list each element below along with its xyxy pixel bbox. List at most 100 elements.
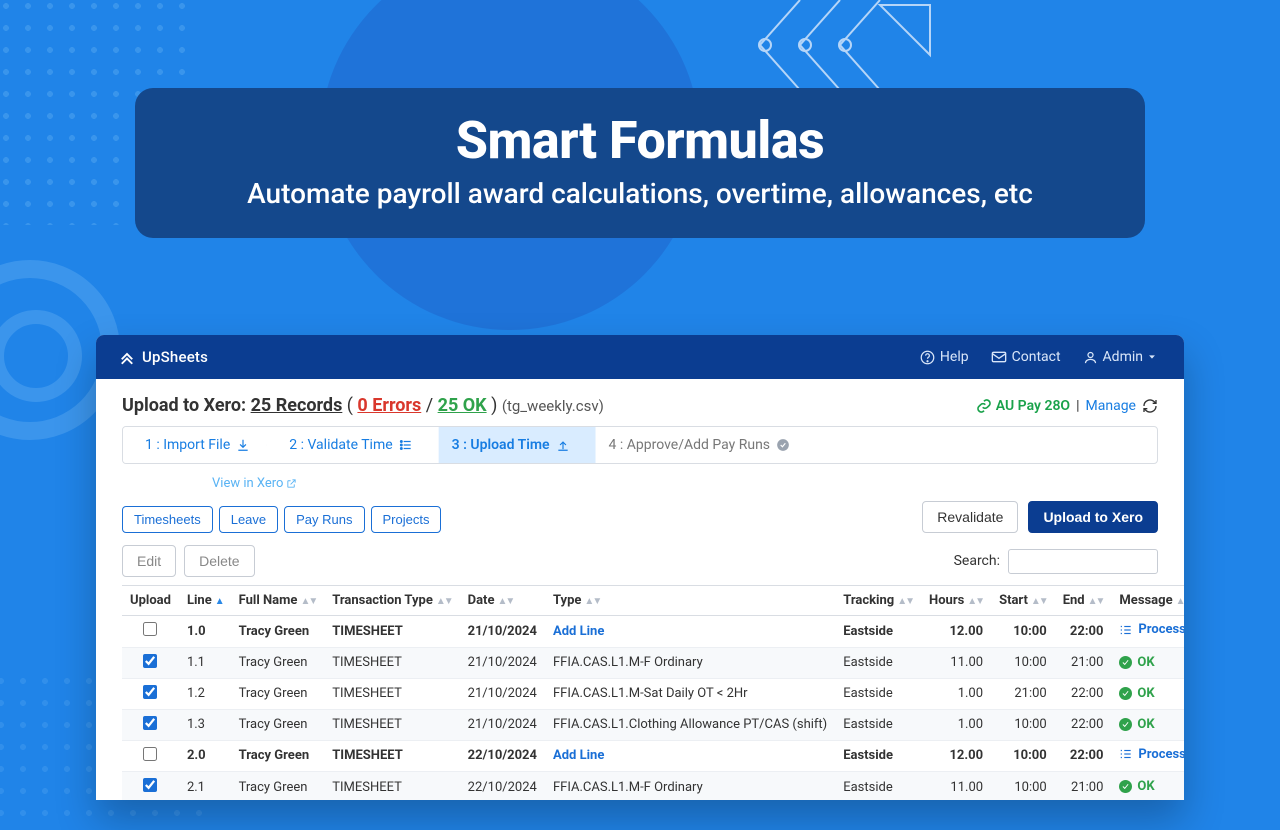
search-input[interactable]	[1008, 549, 1158, 574]
stepper: 1 : Import File 2 : Validate Time 3 : Up…	[122, 426, 1158, 464]
cell-end: 22:00	[1055, 616, 1112, 648]
msg-ok: OK	[1119, 779, 1154, 794]
sort-icon: ▲▼	[1176, 596, 1184, 607]
cell-tracking: Eastside	[835, 678, 921, 709]
refresh-icon[interactable]	[1142, 398, 1158, 414]
summary-ok[interactable]: 25 OK	[438, 395, 487, 416]
row-checkbox[interactable]	[143, 622, 157, 636]
cell-tx: TIMESHEET	[324, 772, 459, 801]
tab-payruns[interactable]: Pay Runs	[284, 506, 364, 533]
cell-tracking: Eastside	[835, 740, 921, 772]
cell-type: FFIA.CAS.L1.M-Sat Daily OT < 2Hr	[545, 678, 835, 709]
cell-tx: TIMESHEET	[324, 709, 459, 740]
cell-message: Processed by Smart Formula	[1111, 740, 1184, 772]
col-type[interactable]: Type▲▼	[545, 586, 835, 616]
row-checkbox[interactable]	[143, 654, 157, 668]
help-icon	[920, 350, 935, 365]
col-fullname[interactable]: Full Name▲▼	[231, 586, 325, 616]
cell-date: 22/10/2024	[460, 740, 545, 772]
edit-button[interactable]: Edit	[122, 545, 176, 577]
view-in-xero-link[interactable]: View in Xero	[212, 476, 297, 491]
manage-link[interactable]: Manage	[1086, 398, 1136, 414]
add-line-link[interactable]: Add Line	[553, 748, 604, 763]
sort-icon: ▲▼	[300, 596, 316, 607]
hero-subtitle: Automate payroll award calculations, ove…	[195, 177, 1085, 210]
add-line-link[interactable]: Add Line	[553, 624, 604, 639]
cell-start: 10:00	[991, 709, 1055, 740]
revalidate-button[interactable]: Revalidate	[922, 501, 1018, 533]
cell-line: 1.3	[179, 709, 231, 740]
cell-start: 10:00	[991, 647, 1055, 678]
cell-start: 21:00	[991, 678, 1055, 709]
cell-type: FFIA.CAS.L1.Clothing Allowance PT/CAS (s…	[545, 709, 835, 740]
sort-icon: ▲▼	[1031, 596, 1047, 607]
cell-name: Tracy Green	[231, 616, 325, 648]
cell-date: 21/10/2024	[460, 616, 545, 648]
msg-processed[interactable]: Processed by Smart Formula	[1119, 747, 1184, 762]
tab-projects[interactable]: Projects	[371, 506, 442, 533]
cell-end: 22:00	[1055, 740, 1112, 772]
upload-to-xero-button[interactable]: Upload to Xero	[1028, 501, 1158, 533]
cell-end: 22:00	[1055, 678, 1112, 709]
table-row[interactable]: 1.0 Tracy Green TIMESHEET 21/10/2024 Add…	[122, 616, 1184, 648]
cell-end: 21:00	[1055, 647, 1112, 678]
sort-icon: ▲▼	[584, 596, 600, 607]
msg-ok: OK	[1119, 717, 1154, 732]
search-label: Search:	[954, 553, 1000, 569]
cell-date: 21/10/2024	[460, 678, 545, 709]
sort-icon: ▲▼	[897, 596, 913, 607]
step-approve[interactable]: 4 : Approve/Add Pay Runs	[586, 427, 807, 463]
tab-timesheets[interactable]: Timesheets	[122, 506, 213, 533]
summary-records[interactable]: 25 Records	[251, 395, 343, 416]
cell-start: 10:00	[991, 772, 1055, 801]
step-import[interactable]: 1 : Import File	[123, 427, 266, 463]
table-row[interactable]: 2.0 Tracy Green TIMESHEET 22/10/2024 Add…	[122, 740, 1184, 772]
cell-message: OK	[1111, 678, 1184, 709]
summary-errors[interactable]: 0 Errors	[357, 395, 421, 416]
col-message[interactable]: Message▲▼	[1111, 586, 1184, 616]
cell-tx: TIMESHEET	[324, 616, 459, 648]
col-upload[interactable]: Upload	[122, 586, 179, 616]
table-row[interactable]: 1.1 Tracy Green TIMESHEET 21/10/2024 FFI…	[122, 647, 1184, 678]
step-validate[interactable]: 2 : Validate Time	[266, 427, 428, 463]
help-link[interactable]: Help	[920, 349, 969, 365]
cell-type: Add Line	[545, 616, 835, 648]
col-txtype[interactable]: Transaction Type▲▼	[324, 586, 459, 616]
table-row[interactable]: 1.3 Tracy Green TIMESHEET 21/10/2024 FFI…	[122, 709, 1184, 740]
link-icon	[976, 398, 992, 414]
brand[interactable]: UpSheets	[118, 348, 208, 366]
delete-button[interactable]: Delete	[184, 545, 254, 577]
tab-leave[interactable]: Leave	[219, 506, 278, 533]
col-end[interactable]: End▲▼	[1055, 586, 1112, 616]
user-icon	[1083, 350, 1098, 365]
cell-type: FFIA.CAS.L1.M-F Ordinary	[545, 772, 835, 801]
col-start[interactable]: Start▲▼	[991, 586, 1055, 616]
cell-hours: 1.00	[921, 709, 991, 740]
row-checkbox[interactable]	[143, 716, 157, 730]
sort-icon: ▲▼	[967, 596, 983, 607]
app-window: UpSheets Help Contact Admin Upload to Xe…	[96, 335, 1184, 800]
col-date[interactable]: Date▲▼	[460, 586, 545, 616]
admin-menu[interactable]: Admin	[1083, 349, 1162, 365]
contact-link[interactable]: Contact	[991, 349, 1061, 365]
msg-processed[interactable]: Processed by Smart Formula	[1119, 622, 1184, 637]
timesheet-table: Upload Line▲ Full Name▲▼ Transaction Typ…	[122, 585, 1184, 800]
table-row[interactable]: 2.1 Tracy Green TIMESHEET 22/10/2024 FFI…	[122, 772, 1184, 801]
step-upload[interactable]: 3 : Upload Time	[429, 427, 586, 463]
table-row[interactable]: 1.2 Tracy Green TIMESHEET 21/10/2024 FFI…	[122, 678, 1184, 709]
col-hours[interactable]: Hours▲▼	[921, 586, 991, 616]
cell-hours: 1.00	[921, 678, 991, 709]
row-checkbox[interactable]	[143, 685, 157, 699]
sort-asc-icon: ▲	[215, 596, 223, 607]
connection-badge[interactable]: AU Pay 28O	[976, 398, 1070, 414]
cell-message: OK	[1111, 772, 1184, 801]
col-line[interactable]: Line▲	[179, 586, 231, 616]
check-circle-icon	[1119, 656, 1132, 669]
cell-tx: TIMESHEET	[324, 647, 459, 678]
cell-tracking: Eastside	[835, 709, 921, 740]
col-tracking[interactable]: Tracking▲▼	[835, 586, 921, 616]
cell-tracking: Eastside	[835, 647, 921, 678]
cell-line: 1.1	[179, 647, 231, 678]
row-checkbox[interactable]	[143, 747, 157, 761]
row-checkbox[interactable]	[143, 778, 157, 792]
